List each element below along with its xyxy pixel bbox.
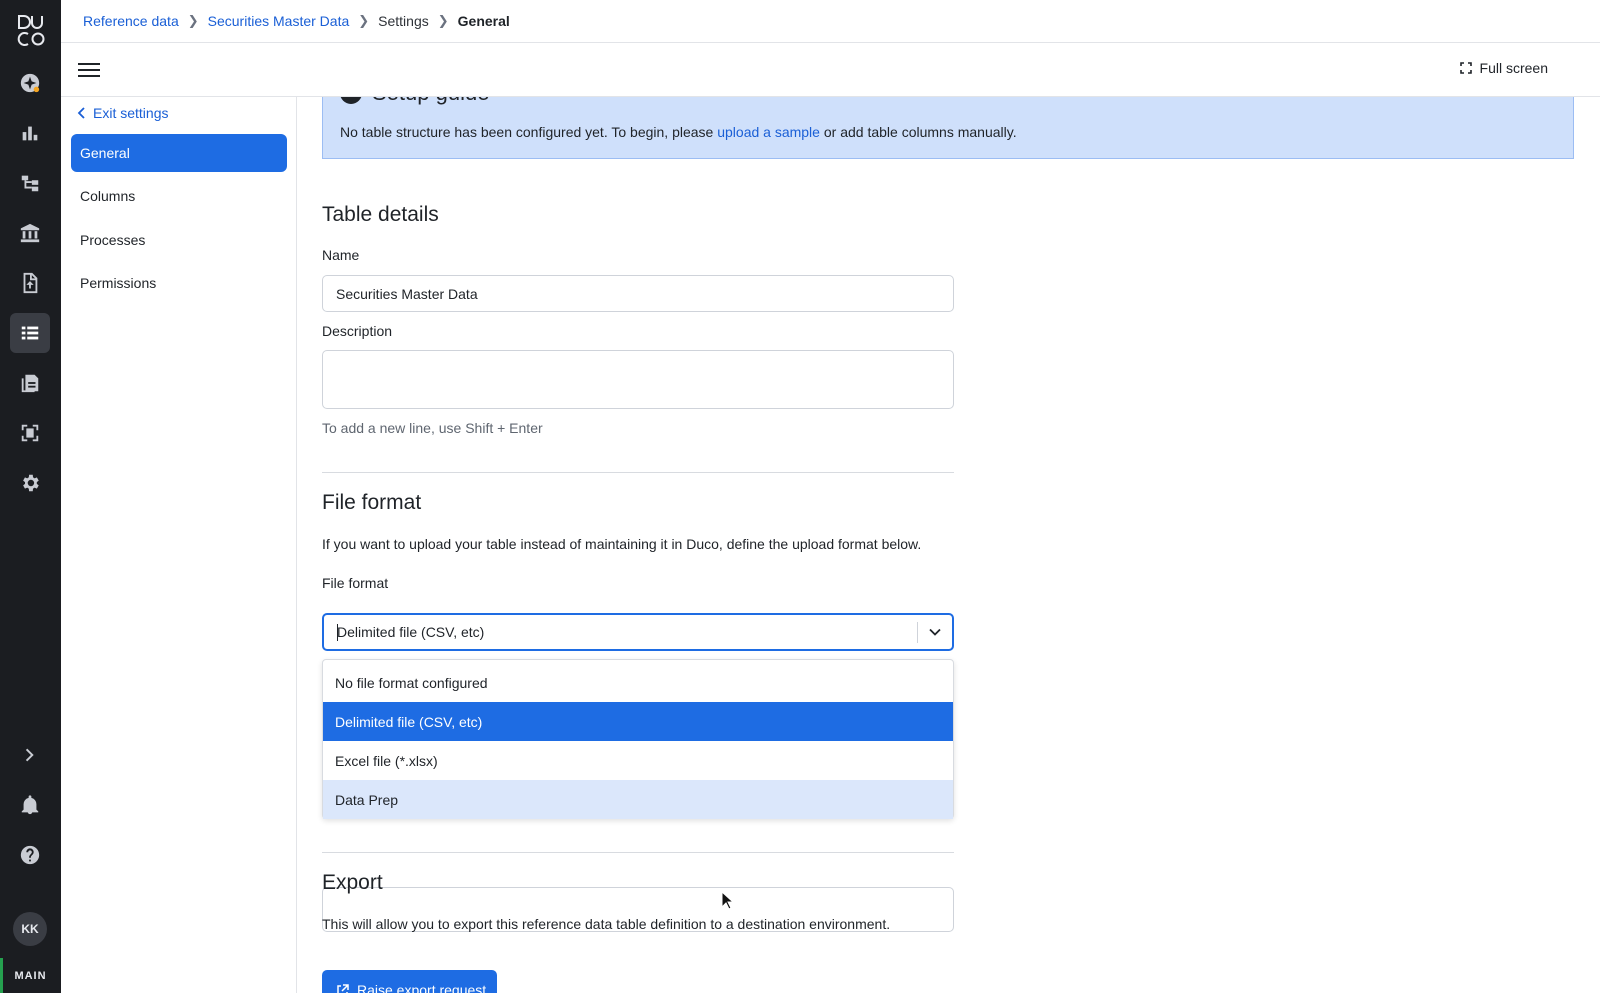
settings-nav-permissions[interactable]: Permissions [71,264,287,302]
file-format-selected-value: Delimited file (CSV, etc) [337,624,485,640]
file-format-select[interactable]: Delimited file (CSV, etc) [322,613,954,651]
name-label: Name [322,247,360,263]
setup-guide-banner: Setup guide No table structure has been … [322,97,1574,159]
settings-nav-columns[interactable]: Columns [71,177,287,215]
chevron-down-icon[interactable] [928,625,942,639]
description-label: Description [322,323,393,339]
setup-guide-icon [340,97,362,104]
user-avatar[interactable]: KK [13,912,47,946]
file-format-option-excel[interactable]: Excel file (*.xlsx) [323,741,953,780]
breadcrumb-separator-icon: ❯ [358,13,370,28]
notification-bell-icon [21,795,39,815]
rail-reference-data[interactable] [10,313,50,353]
export-description: This will allow you to export this refer… [322,916,891,932]
settings-nav-general[interactable]: General [71,134,287,172]
setup-guide-text-after: or add table columns manually. [819,124,1017,140]
section-divider [322,472,954,473]
select-separator [917,622,918,643]
rail-bank[interactable] [10,213,50,253]
duco-logo[interactable] [12,12,48,48]
scanner-icon [21,424,39,442]
rail-notifications[interactable] [10,785,50,825]
rail-ai-assistant[interactable] [10,63,50,103]
name-input[interactable]: Securities Master Data [322,275,954,312]
settings-gear-icon [23,474,39,492]
rail-settings[interactable] [10,463,50,503]
exit-settings-label: Exit settings [93,105,169,121]
settings-nav: Exit settings General Columns Processes … [61,97,297,993]
environment-badge: MAIN [0,958,61,993]
setup-guide-text: No table structure has been configured y… [340,124,1017,140]
rail-workflows[interactable] [10,163,50,203]
raise-export-request-label: Raise export request [357,982,487,993]
rail-dashboards[interactable] [10,113,50,153]
rail-help[interactable] [10,835,50,875]
raise-export-request-button[interactable]: Raise export request [322,970,497,993]
file-upload-icon [23,272,38,294]
reference-data-icon [21,326,39,340]
breadcrumb-current: General [457,13,510,29]
text-caret [337,624,338,641]
setup-guide-title: Setup guide [340,97,489,106]
file-format-intro: If you want to upload your table instead… [322,536,922,552]
breadcrumb: Reference data ❯ Securities Master Data … [61,0,1600,43]
breadcrumb-reference-data[interactable]: Reference data [83,13,179,29]
file-format-option-none[interactable]: No file format configured [323,663,953,702]
file-format-option-data-prep[interactable]: Data Prep [323,780,953,819]
app-rail: KK MAIN [0,0,61,993]
setup-guide-text-before: No table structure has been configured y… [340,124,718,140]
settings-content: Setup guide No table structure has been … [297,97,1600,993]
file-format-label: File format [322,575,389,591]
expand-chevron-icon [25,748,34,762]
breadcrumb-separator-icon: ❯ [187,13,199,28]
file-format-option-delimited[interactable]: Delimited file (CSV, etc) [323,702,953,741]
mouse-cursor-icon [721,891,735,910]
breadcrumb-settings[interactable]: Settings [378,13,429,29]
menu-toggle-icon[interactable] [78,59,100,81]
export-heading: Export [322,871,383,894]
table-details-heading: Table details [322,203,439,226]
breadcrumb-securities-master-data[interactable]: Securities Master Data [208,13,350,29]
rail-reports[interactable] [10,363,50,403]
file-format-options-menu: No file format configured Delimited file… [322,659,954,819]
setup-guide-title-text: Setup guide [372,97,489,106]
breadcrumb-separator-icon: ❯ [437,13,449,28]
help-icon [20,845,40,865]
exit-settings-link[interactable]: Exit settings [77,105,168,121]
rail-scanner[interactable] [10,413,50,453]
upload-sample-link[interactable]: upload a sample [717,124,820,140]
toolbar: Full screen [61,43,1600,97]
fullscreen-button[interactable]: Full screen [1459,60,1548,76]
ai-assistant-icon [20,73,40,93]
description-hint: To add a new line, use Shift + Enter [322,420,543,436]
workflow-icon [21,175,39,192]
bank-icon [20,223,40,243]
chevron-left-icon [77,107,85,119]
dashboard-chart-icon [22,126,38,141]
rail-expand[interactable] [10,735,50,775]
settings-nav-processes[interactable]: Processes [71,221,287,259]
reports-icon [21,374,39,393]
description-textarea[interactable] [322,350,954,409]
fullscreen-icon [1459,62,1472,74]
duco-logo-icon [17,15,45,46]
section-divider [322,852,954,853]
file-format-heading: File format [322,491,422,514]
external-link-icon [337,983,349,993]
rail-file-upload[interactable] [10,263,50,303]
fullscreen-label: Full screen [1479,60,1548,76]
